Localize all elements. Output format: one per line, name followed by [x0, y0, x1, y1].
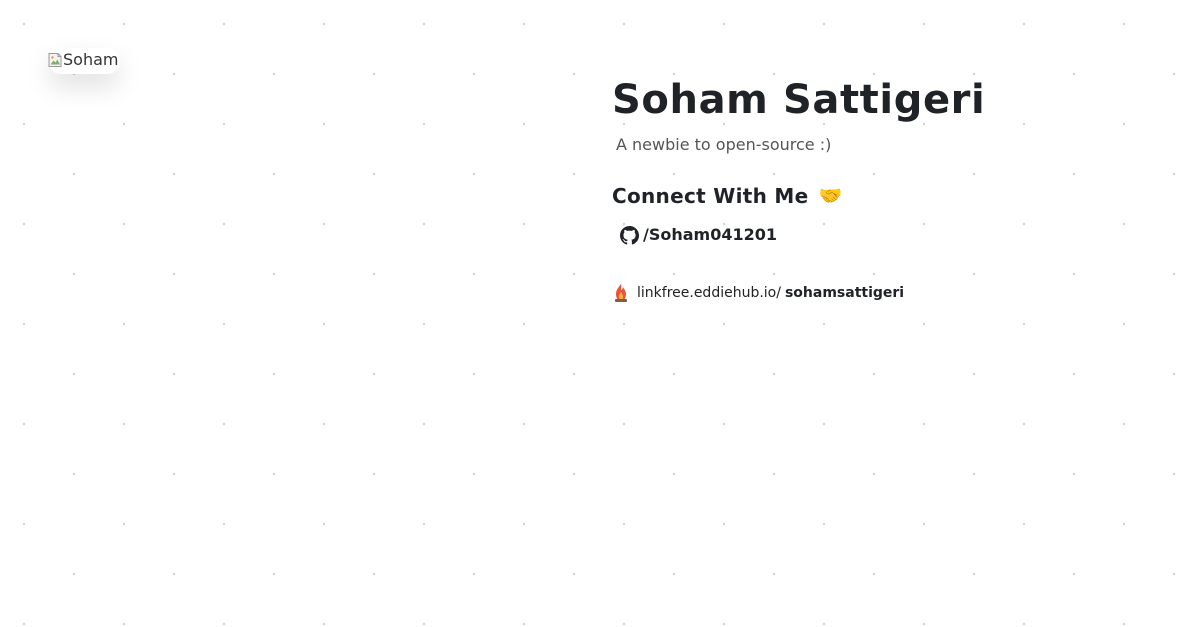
handshake-icon: 🤝 [818, 185, 843, 207]
profile-page: Soham Soham Sattigeri A newbie to open-s… [0, 0, 1200, 627]
linkfree-username: sohamsattigeri [784, 284, 905, 301]
linkfree-row: linkfree.eddiehub.io/ sohamsattigeri [612, 283, 1172, 303]
linkfree-logo-icon [615, 283, 627, 302]
github-icon [620, 225, 639, 245]
profile-bio: A newbie to open-source :) [616, 135, 832, 154]
connect-heading-text: Connect With Me [612, 184, 809, 208]
github-link[interactable]: /Soham041201 [620, 224, 777, 246]
broken-image-icon [48, 53, 62, 67]
linkfree-link[interactable]: linkfree.eddiehub.io/ sohamsattigeri [612, 283, 904, 303]
avatar-image: Soham [48, 49, 118, 71]
github-link-label: /Soham041201 [643, 225, 778, 244]
profile-name: Soham Sattigeri [612, 77, 986, 123]
avatar: Soham [48, 48, 120, 74]
linkfree-domain: linkfree.eddiehub.io/ [637, 284, 781, 301]
connect-heading: Connect With Me 🤝 [612, 182, 1172, 210]
avatar-alt-text: Soham [63, 50, 119, 69]
profile-content: Soham Sattigeri A newbie to open-source … [612, 76, 1172, 303]
